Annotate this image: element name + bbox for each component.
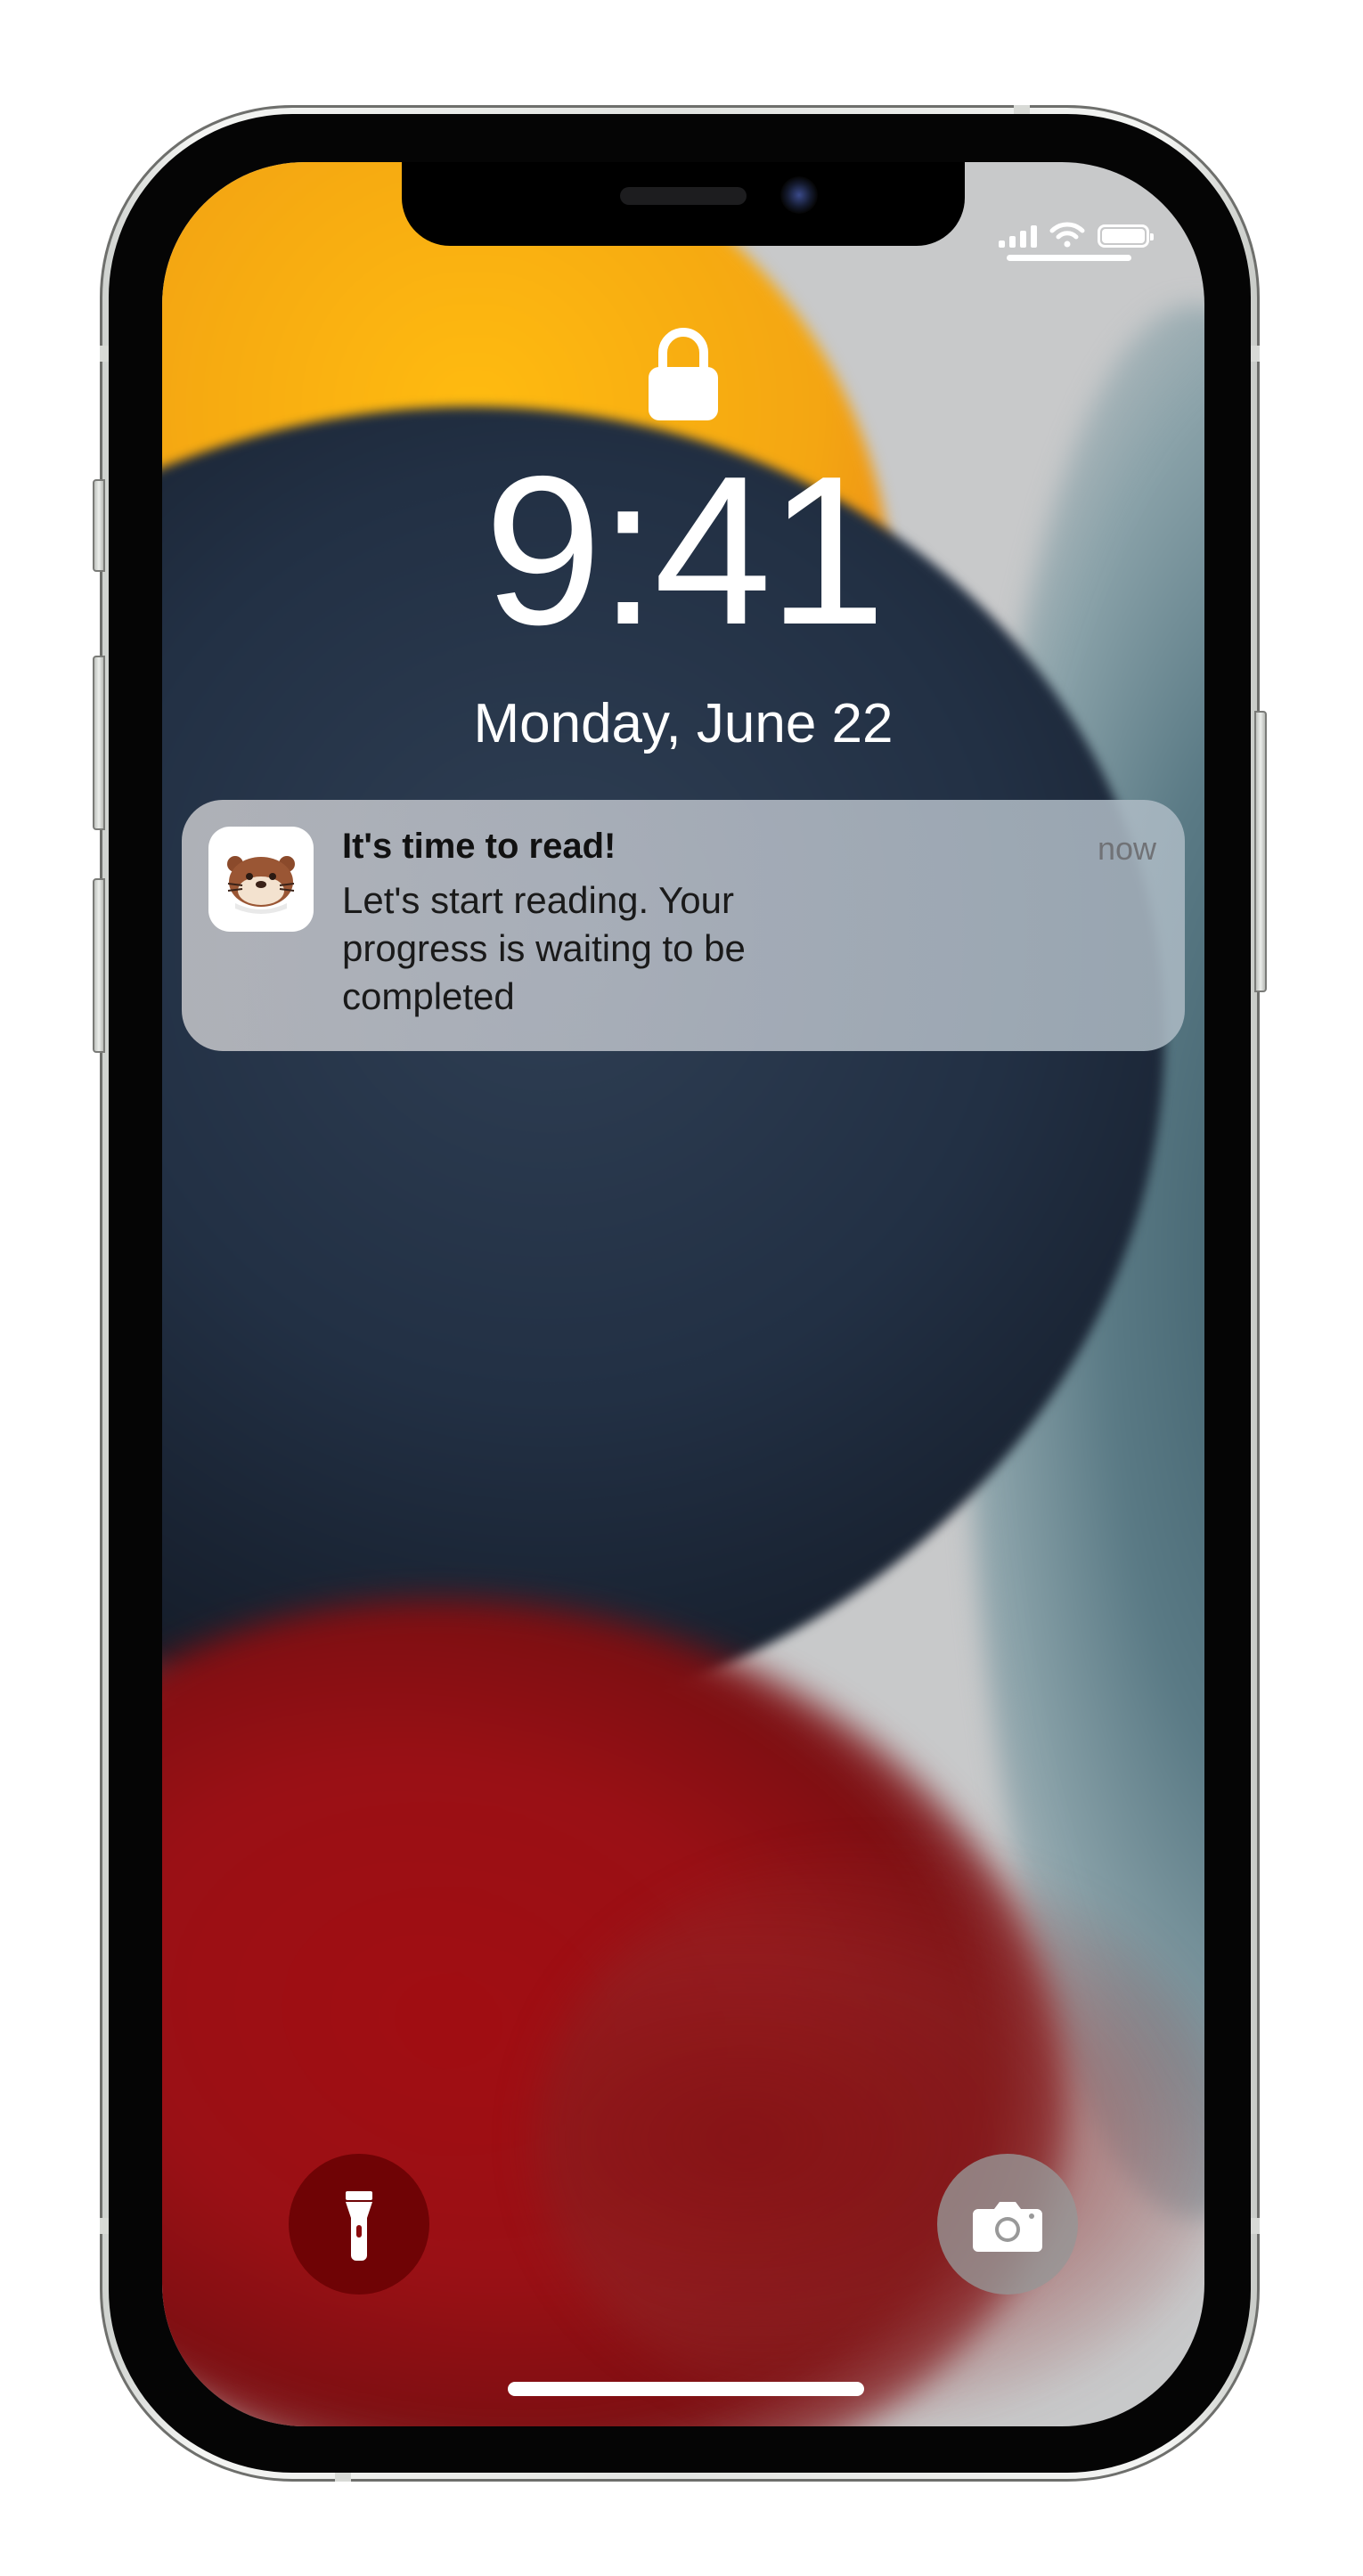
flashlight-icon bbox=[346, 2191, 372, 2261]
status-bar-underline bbox=[1007, 255, 1131, 261]
front-camera bbox=[780, 176, 818, 214]
reading-reminder-notification[interactable]: It's time to read! now Let's start readi… bbox=[182, 800, 1185, 1051]
notification-timestamp: now bbox=[1097, 830, 1156, 867]
lock-screen-time: 9:41 bbox=[484, 433, 886, 669]
camera-notch bbox=[402, 162, 965, 246]
lock-icon bbox=[649, 328, 718, 420]
notification-body: Let's start reading. Your progress is wa… bbox=[342, 879, 746, 1017]
earpiece-speaker bbox=[620, 187, 747, 205]
wifi-icon bbox=[1049, 222, 1085, 248]
notification-title: It's time to read! bbox=[342, 827, 616, 866]
wallpaper-red-tail-shape bbox=[536, 1855, 1204, 2425]
lock-screen-date: Monday, June 22 bbox=[473, 693, 894, 754]
volume-up-button bbox=[93, 656, 105, 830]
side-power-button bbox=[1254, 711, 1267, 992]
otter-app-icon bbox=[208, 827, 314, 932]
mute-switch bbox=[93, 479, 105, 572]
battery-icon bbox=[1098, 224, 1154, 248]
volume-down-button bbox=[93, 878, 105, 1053]
home-indicator[interactable] bbox=[508, 2382, 864, 2396]
lock-screen: 9:41 Monday, June 22 It's time to read! … bbox=[162, 162, 1204, 2426]
status-bar bbox=[999, 212, 1154, 248]
cellular-signal-icon bbox=[999, 223, 1037, 248]
camera-icon bbox=[973, 2202, 1042, 2252]
camera-button[interactable] bbox=[937, 2154, 1078, 2295]
flashlight-button[interactable] bbox=[289, 2154, 429, 2295]
